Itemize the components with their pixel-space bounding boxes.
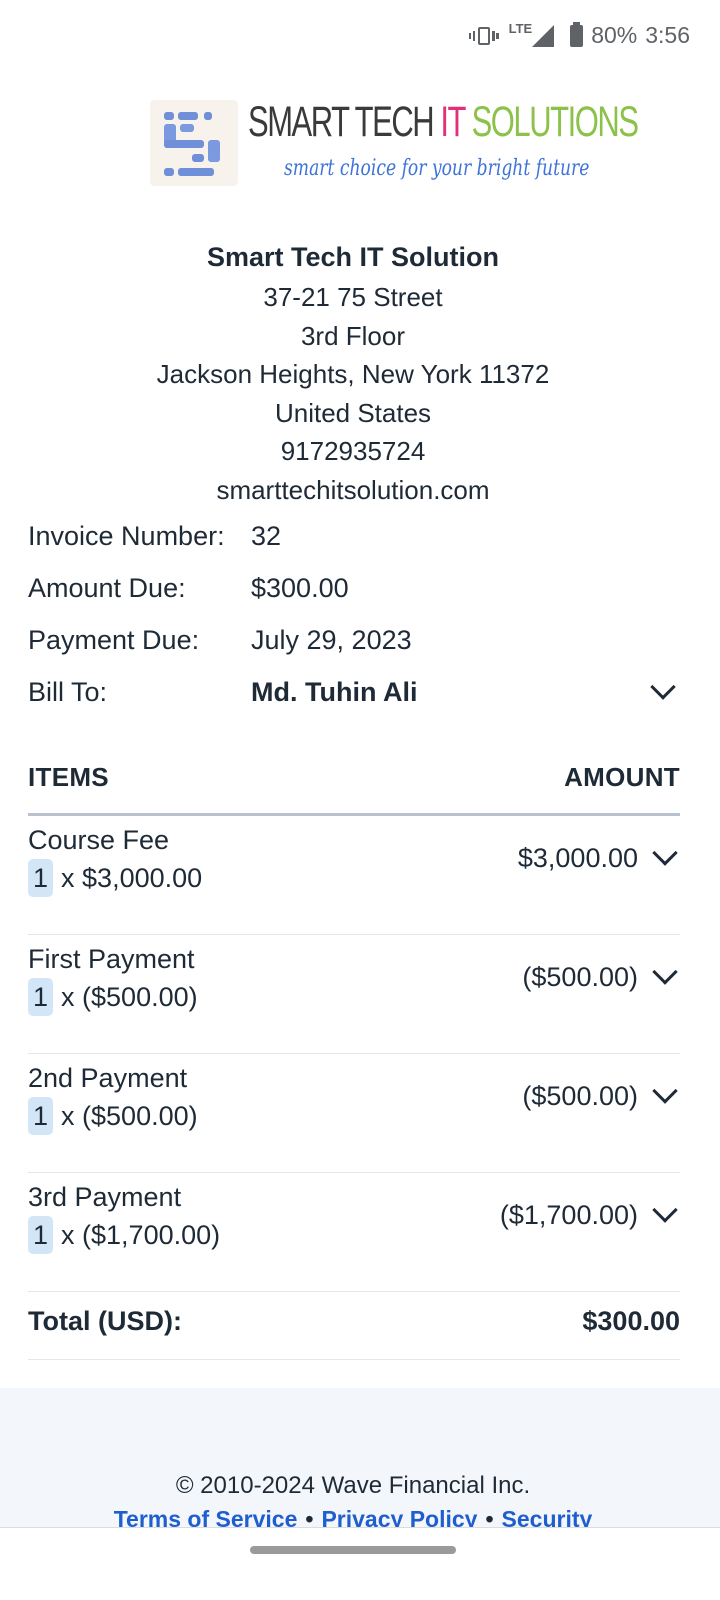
- line-item-quantity-line: 1 x ($500.00): [28, 977, 198, 1017]
- chevron-down-icon[interactable]: [652, 959, 678, 985]
- signal-icon: [532, 24, 555, 47]
- battery-icon: [570, 21, 584, 47]
- bill-to-row[interactable]: Bill To: Md. Tuhin Ali: [28, 670, 680, 722]
- network-type-label: LTE: [508, 21, 533, 36]
- line-item-amount: $3,000.00: [517, 843, 638, 873]
- line-item-amount: ($500.00): [522, 1081, 638, 1111]
- logo-tagline: smart choice for your bright future: [284, 156, 590, 181]
- amount-column-header: AMOUNT: [564, 762, 680, 792]
- amount-due-row: Amount Due: $300.00: [28, 566, 680, 618]
- chevron-down-icon[interactable]: [652, 1078, 678, 1104]
- items-table-header: ITEMS AMOUNT: [28, 756, 680, 816]
- line-item-amount: ($1,700.00): [499, 1200, 638, 1230]
- status-bar: LTE 80% 3:56: [0, 0, 720, 76]
- invoice-number-label: Invoice Number:: [28, 521, 225, 551]
- payment-due-label: Payment Due:: [28, 625, 200, 655]
- invoice-number-row: Invoice Number: 32: [28, 514, 680, 566]
- business-name: Smart Tech IT Solution: [206, 242, 500, 272]
- line-item-name: First Payment: [28, 944, 195, 974]
- battery-percent: 80%: [591, 22, 638, 48]
- bill-to-label: Bill To:: [28, 677, 108, 707]
- bill-to-value: Md. Tuhin Ali: [251, 677, 418, 707]
- quantity-badge: 1: [28, 1097, 54, 1135]
- amount-due-label: Amount Due:: [28, 573, 186, 603]
- business-website: smarttechitsolution.com: [216, 474, 490, 505]
- company-logo: SMART TECH IT SOLUTIONS smart choice for…: [150, 96, 639, 196]
- total-value: $300.00: [582, 1306, 680, 1336]
- line-item-amount: ($500.00): [522, 962, 638, 992]
- line-item-quantity-line: 1 x ($500.00): [28, 1096, 198, 1136]
- line-item-unit-price: x ($500.00): [61, 1101, 198, 1131]
- invoice-number-value: 32: [251, 521, 282, 551]
- line-item-quantity-line: 1 x ($1,700.00): [28, 1215, 220, 1255]
- line-item[interactable]: Course Fee 1 x $3,000.00 $3,000.00: [28, 816, 680, 935]
- clock: 3:56: [645, 22, 690, 48]
- items-column-header: ITEMS: [28, 762, 109, 792]
- payment-due-row: Payment Due: July 29, 2023: [28, 618, 680, 670]
- invoice-total-row: Total (USD): $300.00: [28, 1292, 680, 1360]
- system-navigation-bar: [0, 1527, 720, 1600]
- address-line: 3rd Floor: [300, 320, 406, 351]
- chevron-down-icon[interactable]: [652, 840, 678, 866]
- business-phone: 9172935724: [280, 436, 426, 466]
- quantity-badge: 1: [28, 859, 54, 897]
- line-item-unit-price: x ($500.00): [61, 982, 198, 1012]
- address-line: United States: [274, 397, 432, 428]
- line-item[interactable]: First Payment 1 x ($500.00) ($500.00): [28, 935, 680, 1054]
- line-item-unit-price: x $3,000.00: [61, 863, 203, 893]
- line-item[interactable]: 2nd Payment 1 x ($500.00) ($500.00): [28, 1054, 680, 1173]
- line-item[interactable]: 3rd Payment 1 x ($1,700.00) ($1,700.00): [28, 1173, 680, 1292]
- logo-wordmark: SMART TECH IT SOLUTIONS: [248, 98, 639, 146]
- chevron-down-icon[interactable]: [650, 674, 676, 700]
- line-item-name: 2nd Payment: [28, 1063, 188, 1093]
- logo-mark-icon: [150, 100, 238, 186]
- amount-due-value: $300.00: [251, 573, 349, 603]
- quantity-badge: 1: [28, 978, 54, 1016]
- line-item-name: 3rd Payment: [28, 1182, 182, 1212]
- line-item-unit-price: x ($1,700.00): [61, 1220, 221, 1250]
- address-line: 37-21 75 Street: [263, 282, 443, 312]
- line-item-quantity-line: 1 x $3,000.00: [28, 858, 202, 898]
- vibrate-icon: [468, 25, 499, 47]
- payment-due-value: July 29, 2023: [251, 625, 412, 655]
- chevron-down-icon[interactable]: [652, 1197, 678, 1223]
- line-item-name: Course Fee: [28, 825, 170, 855]
- home-gesture-handle[interactable]: [250, 1546, 456, 1554]
- quantity-badge: 1: [28, 1216, 54, 1254]
- address-line: Jackson Heights, New York 11372: [156, 359, 550, 389]
- business-address: Smart Tech IT Solution 37-21 75 Street 3…: [0, 236, 706, 509]
- total-label: Total (USD):: [28, 1306, 182, 1336]
- invoice-meta: Invoice Number: 32 Amount Due: $300.00 P…: [28, 514, 680, 722]
- copyright-text: © 2010-2024 Wave Financial Inc.: [175, 1472, 531, 1499]
